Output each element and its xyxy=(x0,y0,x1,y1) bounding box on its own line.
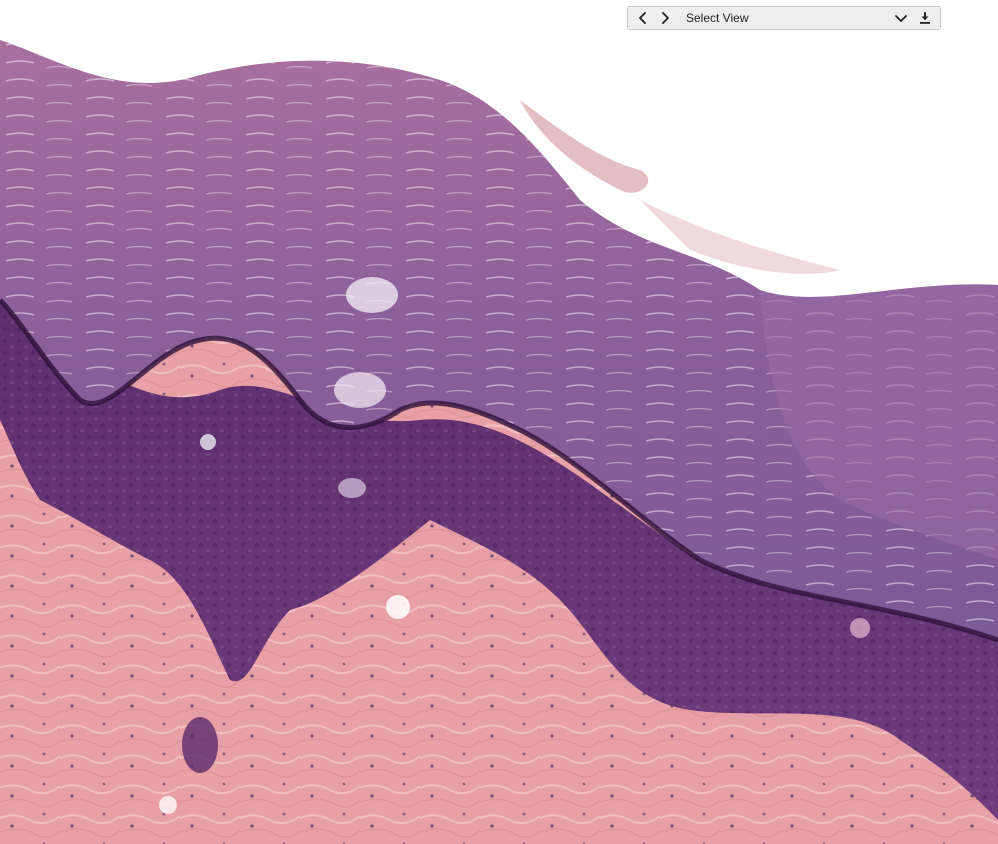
chevron-down-icon xyxy=(895,15,907,22)
histology-slide-image[interactable] xyxy=(0,0,998,844)
view-toolbar: Select View xyxy=(627,6,941,30)
download-button[interactable] xyxy=(914,7,936,29)
next-view-button[interactable] xyxy=(654,7,676,29)
chevron-left-icon xyxy=(639,12,646,24)
select-view-label: Select View xyxy=(686,11,749,25)
dropdown-toggle[interactable] xyxy=(890,7,912,29)
download-icon xyxy=(920,12,930,24)
previous-view-button[interactable] xyxy=(632,7,654,29)
select-view-dropdown[interactable]: Select View xyxy=(686,7,912,29)
chevron-right-icon xyxy=(662,12,669,24)
slide-viewer[interactable]: Select View xyxy=(0,0,998,844)
